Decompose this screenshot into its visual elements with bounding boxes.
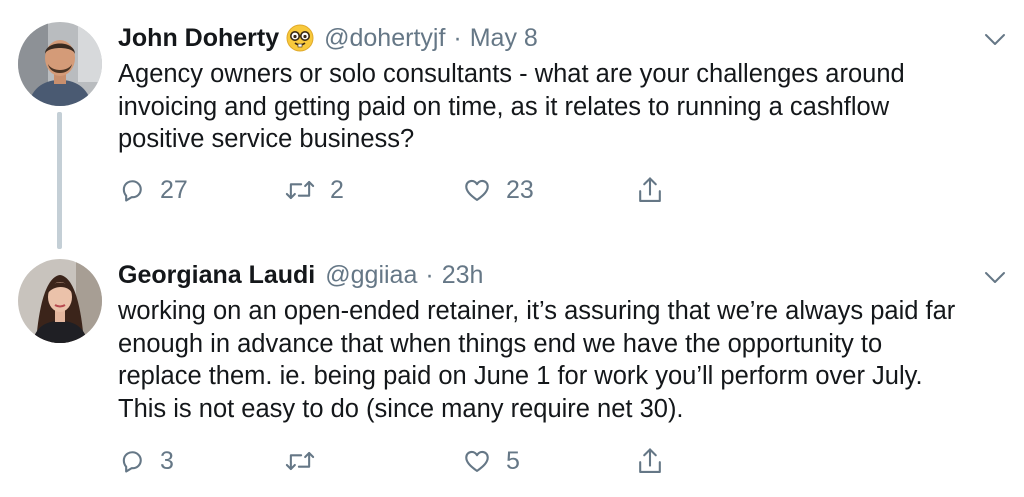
reply-icon xyxy=(122,180,142,202)
display-name[interactable]: Georgiana Laudi xyxy=(118,261,315,290)
tweet[interactable]: John Doherty @dohertyjf · May 8 Agency o… xyxy=(0,0,1024,249)
share-button[interactable] xyxy=(636,443,664,479)
tweet-thread: John Doherty @dohertyjf · May 8 Agency o… xyxy=(0,0,1024,497)
reply-count: 3 xyxy=(160,446,174,475)
reply-count: 27 xyxy=(160,175,188,204)
tweet-header: John Doherty @dohertyjf · May 8 xyxy=(118,22,538,54)
avatar[interactable] xyxy=(18,22,102,106)
timestamp[interactable]: 23h xyxy=(442,261,484,290)
tweet-text: Agency owners or solo consultants - what… xyxy=(118,60,905,153)
retweet-count: 2 xyxy=(330,175,344,204)
like-button[interactable]: 23 xyxy=(462,172,534,208)
retweet-button[interactable] xyxy=(284,443,330,479)
reply-icon xyxy=(122,451,142,473)
nerd-face-emoji-icon xyxy=(286,24,314,52)
chevron-down-icon[interactable] xyxy=(984,33,1006,47)
separator-dot: · xyxy=(453,23,462,52)
like-count: 23 xyxy=(506,175,534,204)
avatar-image xyxy=(18,259,102,343)
like-button[interactable]: 5 xyxy=(462,443,520,479)
tweet-actions: 27 2 23 xyxy=(118,172,678,208)
reply-button[interactable]: 27 xyxy=(118,172,188,208)
share-icon xyxy=(639,448,661,473)
avatar[interactable] xyxy=(18,259,102,343)
share-icon xyxy=(639,177,661,202)
tweet[interactable]: Georgiana Laudi @ggiiaa · 23h working on… xyxy=(0,245,1024,497)
avatar-image xyxy=(18,22,102,106)
separator-dot: · xyxy=(425,260,434,289)
tweet-text: working on an open-ended retainer, it’s … xyxy=(118,297,956,423)
timestamp[interactable]: May 8 xyxy=(470,24,538,53)
share-button[interactable] xyxy=(636,172,664,208)
tweet-actions: 3 5 xyxy=(118,443,678,479)
chevron-down-icon[interactable] xyxy=(984,271,1006,285)
thread-connector xyxy=(57,112,62,249)
like-count: 5 xyxy=(506,446,520,475)
retweet-icon xyxy=(285,451,315,471)
heart-icon xyxy=(465,450,489,472)
display-name[interactable]: John Doherty xyxy=(118,24,279,53)
retweet-icon xyxy=(285,180,315,200)
tweet-header: Georgiana Laudi @ggiiaa · 23h xyxy=(118,259,483,291)
heart-icon xyxy=(465,179,489,201)
reply-button[interactable]: 3 xyxy=(118,443,174,479)
retweet-button[interactable]: 2 xyxy=(284,172,344,208)
handle[interactable]: @ggiiaa xyxy=(325,261,417,290)
handle[interactable]: @dohertyjf xyxy=(324,24,445,53)
